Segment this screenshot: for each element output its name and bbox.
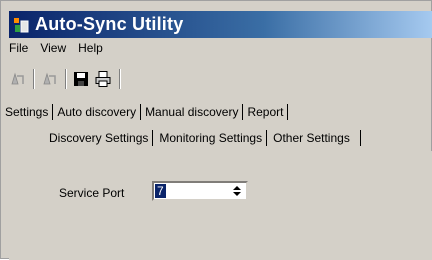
save-icon	[74, 72, 88, 86]
arrow-up-icon[interactable]	[233, 186, 241, 190]
menu-file[interactable]: File	[9, 41, 28, 59]
print-icon	[95, 71, 111, 87]
toolbar-separator	[33, 69, 35, 89]
tab-discovery-settings[interactable]: Discovery Settings	[43, 130, 154, 146]
app-window: Auto-Sync Utility File View Help Setting…	[0, 0, 432, 260]
service-port-value[interactable]: 7	[155, 184, 166, 198]
menu-bar: File View Help	[9, 41, 115, 59]
service-port-spinner[interactable]: 7	[152, 181, 248, 201]
arrow-down-icon[interactable]	[233, 192, 241, 196]
tab-report[interactable]: Report	[243, 104, 289, 120]
secondary-tabs: Discovery Settings Monitoring Settings O…	[43, 130, 361, 146]
title-bar: Auto-Sync Utility	[9, 11, 432, 38]
settings-panel	[9, 151, 432, 260]
menu-help[interactable]: Help	[78, 41, 103, 59]
sync-disabled-icon-2	[43, 72, 56, 85]
sync-button-1[interactable]	[7, 69, 27, 89]
app-icon	[13, 17, 29, 33]
toolbar-separator-2	[65, 69, 67, 89]
toolbar	[7, 67, 125, 91]
window-title: Auto-Sync Utility	[35, 14, 184, 34]
tab-monitoring-settings[interactable]: Monitoring Settings	[153, 130, 268, 146]
sync-button-2[interactable]	[39, 69, 59, 89]
service-port-label: Service Port	[59, 186, 125, 200]
primary-tabs: Settings Auto discovery Manual discovery…	[1, 104, 289, 120]
menu-view[interactable]: View	[40, 41, 66, 59]
tab-manual-discovery[interactable]: Manual discovery	[141, 104, 244, 120]
tab-auto-discovery[interactable]: Auto discovery	[53, 104, 142, 120]
toolbar-separator-3	[119, 69, 121, 89]
sync-disabled-icon	[11, 72, 24, 85]
print-button[interactable]	[93, 69, 113, 89]
spinner-arrows[interactable]	[231, 184, 243, 198]
tab-settings[interactable]: Settings	[1, 104, 54, 120]
tab-other-settings[interactable]: Other Settings	[267, 130, 361, 146]
save-button[interactable]	[71, 69, 91, 89]
